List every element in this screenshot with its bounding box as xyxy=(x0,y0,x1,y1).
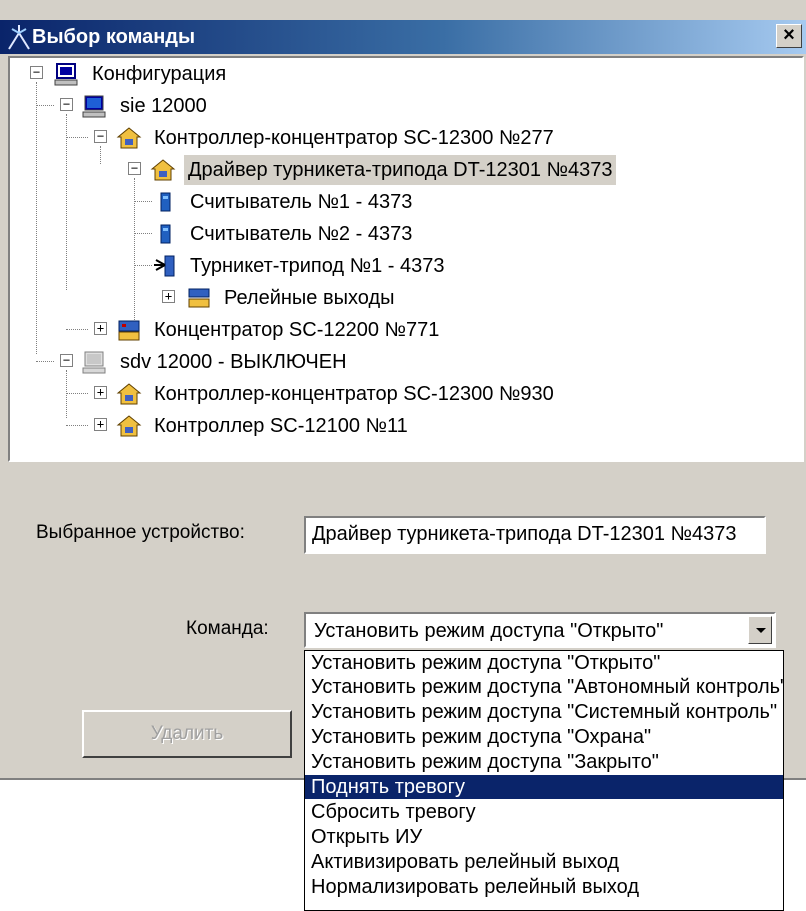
command-option-highlighted[interactable]: Поднять тревогу xyxy=(305,775,783,799)
title-bar: Выбор команды × xyxy=(0,20,806,54)
expand-toggle[interactable]: + xyxy=(94,386,107,399)
command-option[interactable]: Установить режим доступа "Автономный кон… xyxy=(305,675,783,699)
tree-item-relay-outputs[interactable]: Релейные выходы xyxy=(186,282,399,314)
tree-item-sie-12000[interactable]: sie 12000 xyxy=(82,90,211,122)
turnstile-icon xyxy=(154,255,175,277)
command-option[interactable]: Активизировать релейный выход xyxy=(305,850,783,874)
collapse-toggle[interactable]: − xyxy=(30,66,43,79)
command-label: Команда: xyxy=(186,618,269,639)
tree-item-controller-930[interactable]: Контроллер-концентратор SC-12300 №930 xyxy=(116,378,558,410)
expand-toggle[interactable]: + xyxy=(94,322,107,335)
reader-icon xyxy=(160,224,171,244)
tree-item-turnstile-1[interactable]: Турникет-трипод №1 - 4373 xyxy=(152,250,449,282)
tree-item-controller-277[interactable]: Контроллер-концентратор SC-12300 №277 xyxy=(116,122,558,154)
relay-outputs-icon xyxy=(188,288,210,308)
command-option[interactable]: Установить режим доступа "Охрана" xyxy=(305,725,783,749)
command-select[interactable]: Установить режим доступа "Открыто" xyxy=(304,612,776,648)
tree-line xyxy=(66,114,67,290)
collapse-toggle[interactable]: − xyxy=(94,130,107,143)
app-icon xyxy=(8,25,30,50)
tree-item-concentrator-771[interactable]: Концентратор SC-12200 №771 xyxy=(116,314,443,346)
tree-item-driver-4373[interactable]: Драйвер турникета-трипода DT-12301 №4373 xyxy=(150,154,617,186)
command-option[interactable]: Открыть ИУ xyxy=(305,825,783,849)
tree-line xyxy=(66,370,67,418)
command-option[interactable]: Установить режим доступа "Системный конт… xyxy=(305,700,783,724)
computer-off-icon xyxy=(82,351,106,374)
tree-item-sdv-12000[interactable]: sdv 12000 - ВЫКЛЮЧЕН xyxy=(82,346,351,378)
controller-icon xyxy=(116,127,142,149)
tree-item-configuration[interactable]: Конфигурация xyxy=(54,58,230,90)
delete-button[interactable]: Удалить xyxy=(82,710,292,758)
tree-line xyxy=(66,329,88,330)
selected-device-field[interactable]: Драйвер турникета-трипода DT-12301 №4373 xyxy=(304,516,766,554)
tree-line xyxy=(36,361,54,362)
device-tree[interactable]: − − − − + + − + + Конфигурация sie 12000… xyxy=(8,56,804,462)
collapse-toggle[interactable]: − xyxy=(128,162,141,175)
close-icon: × xyxy=(783,24,795,46)
collapse-toggle[interactable]: − xyxy=(60,98,73,111)
computer-config-icon xyxy=(54,63,78,86)
tree-line xyxy=(36,105,54,106)
computer-icon xyxy=(82,95,106,118)
selected-device-label: Выбранное устройство: xyxy=(36,522,245,543)
tree-item-reader-2[interactable]: Считыватель №2 - 4373 xyxy=(152,218,416,250)
tree-line xyxy=(134,201,152,202)
controller-icon xyxy=(116,383,142,405)
command-dropdown-list[interactable]: Установить режим доступа "Открыто" Устан… xyxy=(304,650,784,911)
command-option[interactable]: Установить режим доступа "Открыто" xyxy=(305,651,783,675)
expand-toggle[interactable]: + xyxy=(162,290,175,303)
tree-line xyxy=(66,425,88,426)
tree-line xyxy=(66,137,88,138)
controller-icon xyxy=(116,415,142,437)
tree-line xyxy=(100,146,101,164)
concentrator-icon xyxy=(118,320,140,341)
tree-line xyxy=(36,82,37,354)
tree-line xyxy=(134,233,152,234)
tree-line xyxy=(134,178,135,322)
tree-item-controller-11[interactable]: Контроллер SC-12100 №11 xyxy=(116,410,412,442)
tree-item-reader-1[interactable]: Считыватель №1 - 4373 xyxy=(152,186,416,218)
command-option[interactable]: Установить режим доступа "Закрыто" xyxy=(305,750,783,774)
tree-line xyxy=(134,265,152,266)
expand-toggle[interactable]: + xyxy=(94,418,107,431)
window-title: Выбор команды xyxy=(32,26,196,48)
reader-icon xyxy=(160,192,171,212)
tree-line xyxy=(66,393,88,394)
controller-icon xyxy=(150,159,176,181)
command-option[interactable]: Нормализировать релейный выход xyxy=(305,875,783,899)
chevron-down-icon[interactable] xyxy=(748,616,772,644)
close-button[interactable]: × xyxy=(776,24,802,48)
collapse-toggle[interactable]: − xyxy=(60,354,73,367)
command-option[interactable]: Сбросить тревогу xyxy=(305,800,783,824)
command-select-value: Установить режим доступа "Открыто" xyxy=(314,620,664,642)
